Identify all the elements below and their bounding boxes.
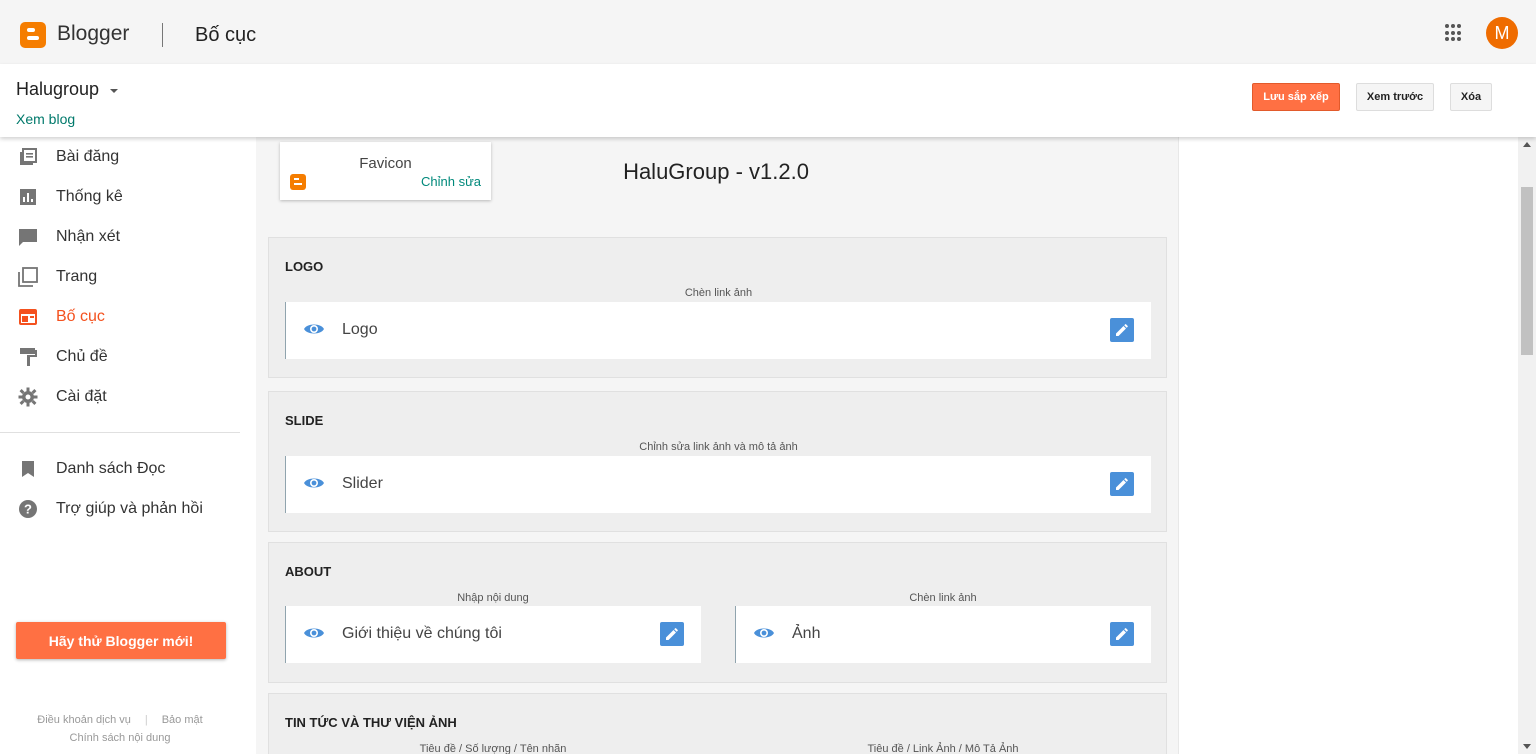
section-hint: Chèn link ảnh [684,287,753,299]
content-policy-link[interactable]: Chính sách nội dung [70,732,171,744]
gadget-label: Logo [342,321,378,338]
svg-text:?: ? [24,502,32,517]
edit-pencil-icon[interactable] [660,622,684,646]
gadget-slider[interactable]: Slider [285,456,1151,513]
section-title: SLIDE [285,413,324,428]
section-hint: Chèn link ảnh [909,592,977,604]
gadget-label: Giới thiệu về chúng tôi [342,625,502,642]
sidebar-item-label: Thống kê [56,188,123,205]
sidebar-item-stats[interactable]: Thống kê [0,177,240,217]
eye-icon[interactable] [303,625,325,641]
brand-name[interactable]: Blogger [57,22,129,46]
view-blog-link[interactable]: Xem blog [16,111,75,127]
section-hint: Nhập nội dung [457,592,529,604]
section-title: TIN TỨC VÀ THƯ VIỆN ẢNH [285,715,457,730]
favicon-blogger-icon [290,174,306,190]
terms-link[interactable]: Điều khoản dịch vụ [37,714,131,726]
sidebar-item-layout[interactable]: Bố cục [0,297,240,337]
blog-selector[interactable]: Halugroup [16,79,99,100]
edit-pencil-icon[interactable] [1110,622,1134,646]
sidebar-item-label: Bố cục [56,308,105,325]
delete-button[interactable]: Xóa [1450,83,1492,111]
eye-icon[interactable] [753,625,775,641]
page-title: Bố cục [195,24,257,46]
page-scrollbar[interactable] [1518,137,1536,754]
pages-icon [18,267,38,287]
gadget-label: Ảnh [792,625,821,642]
favicon-card: Favicon Chỉnh sửa [280,142,491,200]
privacy-link[interactable]: Bảo mật [162,714,203,726]
section-title: LOGO [285,259,324,274]
eye-icon[interactable] [303,321,325,337]
sidebar-item-label: Danh sách Đọc [56,460,166,477]
try-new-blogger-button[interactable]: Hãy thử Blogger mới! [16,622,226,659]
edit-pencil-icon[interactable] [1110,318,1134,342]
apps-grid-icon[interactable] [1445,24,1463,42]
sidebar: Bài đăng Thống kê Nhận xét Trang Bố cục … [0,137,256,754]
blogger-logo-icon[interactable] [20,22,46,48]
sidebar-item-label: Cài đặt [56,388,107,405]
scroll-up-arrow-icon[interactable] [1523,142,1531,147]
section-hint: Chỉnh sửa link ảnh và mô tả ảnh [639,441,798,453]
sidebar-item-label: Chủ đề [56,348,108,365]
sidebar-item-label: Trợ giúp và phản hồi [56,500,203,517]
stats-icon [18,187,38,207]
favicon-title: Favicon [359,155,412,172]
blog-header: Halugroup Xem blog Lưu sắp xếp Xem trước… [0,64,1536,137]
save-arrangement-button[interactable]: Lưu sắp xếp [1252,83,1340,111]
favicon-edit-link[interactable]: Chỉnh sửa [421,174,481,189]
theme-icon [18,347,38,367]
section-hint: Tiêu đề / Link Ảnh / Mô Tả Ảnh [867,743,1019,754]
chevron-down-icon[interactable] [110,89,118,93]
gadget-label: Slider [342,475,383,492]
right-pane [1178,137,1518,754]
gadget-about-text[interactable]: Giới thiệu về chúng tôi [285,606,701,663]
section-logo: LOGO Chèn link ảnh Logo [268,237,1167,378]
comments-icon [18,227,38,247]
layout-icon [18,307,38,327]
help-icon: ? [18,499,38,519]
sidebar-item-label: Trang [56,268,98,285]
sidebar-item-posts[interactable]: Bài đăng [0,137,240,177]
sidebar-item-comments[interactable]: Nhận xét [0,217,240,257]
preview-button[interactable]: Xem trước [1356,83,1434,111]
sidebar-item-settings[interactable]: Cài đặt [0,377,240,417]
posts-icon [18,147,38,167]
header-divider [162,23,163,47]
sidebar-item-pages[interactable]: Trang [0,257,240,297]
sidebar-item-label: Bài đăng [56,148,120,165]
footer-links: Điều khoản dịch vụ | Bảo mật Chính sách nộ… [0,711,240,747]
footer-separator: | [144,714,148,726]
section-title: ABOUT [285,564,332,579]
top-app-bar: Blogger Bố cục M [0,0,1536,64]
gadget-logo[interactable]: Logo [285,302,1151,359]
section-about: ABOUT Nhập nội dung Chèn link ảnh Giới t… [268,542,1167,683]
sidebar-divider [0,432,240,433]
avatar[interactable]: M [1486,17,1518,49]
theme-title: HaluGroup - v1.2.0 [623,159,809,184]
scroll-down-arrow-icon[interactable] [1523,744,1531,749]
section-hint: Tiêu đề / Số lượng / Tên nhãn [419,743,567,754]
bookmark-icon [18,459,38,479]
eye-icon[interactable] [303,475,325,491]
layout-editor: Favicon Chỉnh sửa HaluGroup - v1.2.0 LOG… [256,137,1178,754]
sidebar-item-theme[interactable]: Chủ đề [0,337,240,377]
sidebar-item-help[interactable]: ? Trợ giúp và phản hồi [0,489,240,529]
edit-pencil-icon[interactable] [1110,472,1134,496]
section-news-gallery: TIN TỨC VÀ THƯ VIỆN ẢNH Tiêu đề / Số lượ… [268,693,1167,754]
sidebar-item-reading-list[interactable]: Danh sách Đọc [0,449,240,489]
settings-icon [18,387,38,407]
sidebar-item-label: Nhận xét [56,228,121,245]
section-slide: SLIDE Chỉnh sửa link ảnh và mô tả ảnh Sl… [268,391,1167,532]
scroll-thumb[interactable] [1521,187,1533,355]
gadget-about-image[interactable]: Ảnh [735,606,1151,663]
